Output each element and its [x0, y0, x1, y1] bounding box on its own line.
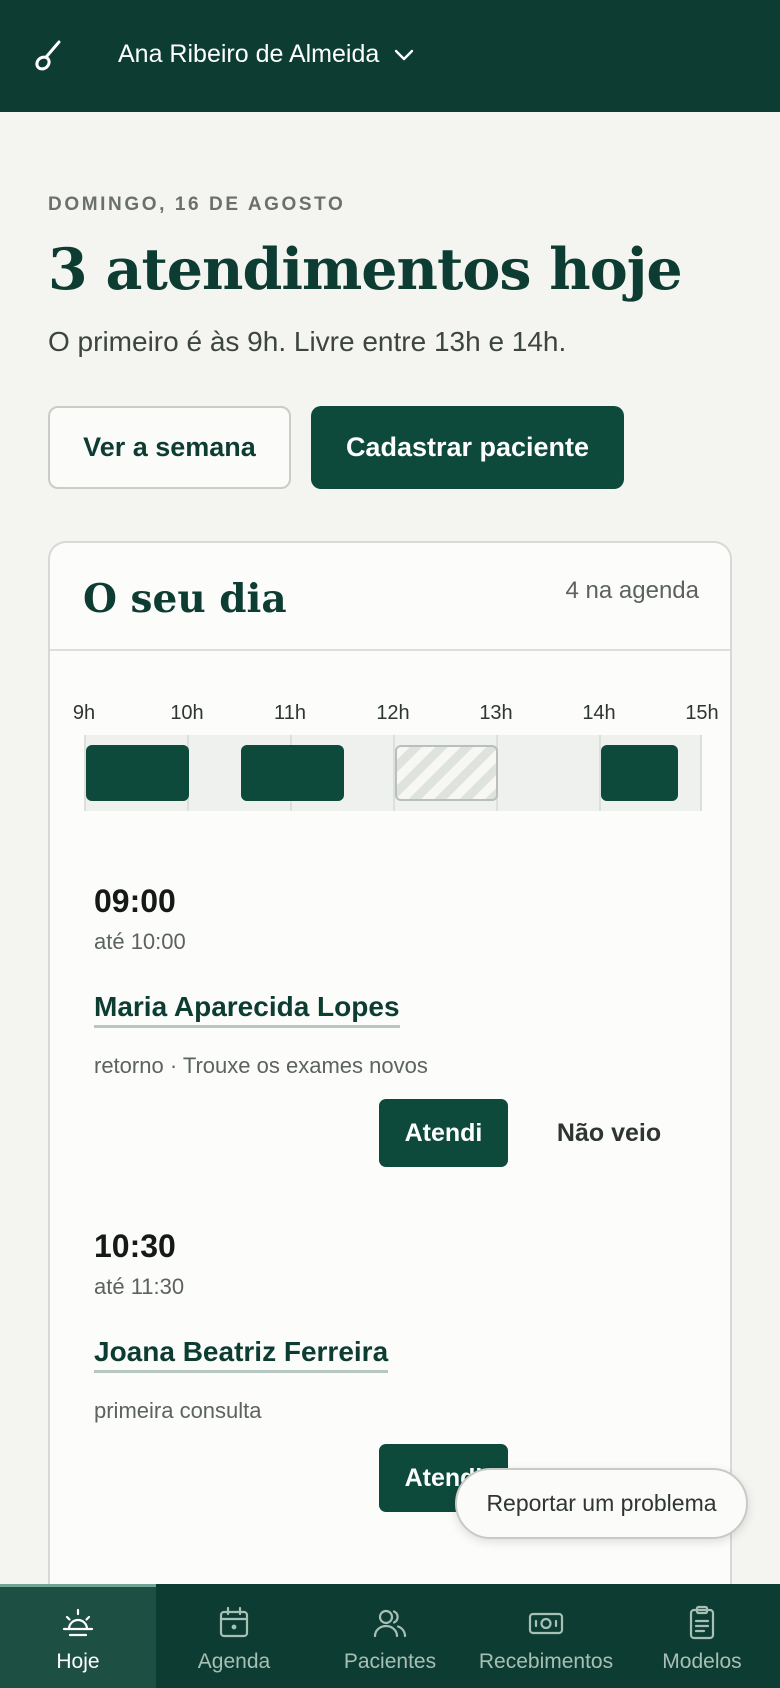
- clipboard-icon: [689, 1605, 715, 1640]
- top-bar: Ana Ribeiro de Almeida: [0, 0, 780, 112]
- tab-label: Hoje: [56, 1650, 100, 1673]
- timeline-hour-label: 12h: [376, 702, 410, 724]
- appointment-item: 09:00 até 10:00 Maria Aparecida Lopes re…: [94, 883, 694, 1183]
- banknote-icon: [528, 1612, 564, 1635]
- appointment-end: até 11:30: [94, 1274, 185, 1299]
- calendar-icon: [219, 1606, 249, 1638]
- page-title: 3 atendimentos hoje: [48, 236, 683, 303]
- tab-label: Recebimentos: [478, 1650, 614, 1673]
- tab-recebimentos[interactable]: Recebimentos: [468, 1584, 624, 1688]
- timeline-hour-label: 15h: [685, 702, 719, 724]
- appointment-end: até 10:00: [94, 929, 186, 954]
- sunrise-icon: [62, 1608, 94, 1637]
- tab-label: Modelos: [662, 1650, 742, 1673]
- timeline-free-slot[interactable]: [395, 745, 498, 801]
- timeline-appointment-block[interactable]: [240, 745, 344, 801]
- appointment-note: retorno · Trouxe os exames novos: [94, 1053, 428, 1078]
- tab-pacientes[interactable]: Pacientes: [312, 1584, 468, 1688]
- tab-label: Agenda: [197, 1650, 271, 1673]
- patient-link[interactable]: Maria Aparecida Lopes: [94, 991, 400, 1028]
- tab-agenda[interactable]: Agenda: [156, 1584, 312, 1688]
- appointment-time: 10:30: [94, 1228, 176, 1264]
- spoon-icon[interactable]: [32, 38, 66, 74]
- timeline-appointment-block[interactable]: [601, 745, 679, 801]
- users-icon: [373, 1609, 407, 1638]
- attended-button[interactable]: Atendi: [379, 1099, 508, 1167]
- page-subtitle: O primeiro é às 9h. Livre entre 13h e 14…: [48, 326, 567, 357]
- timeline-hour-label: 9h: [72, 702, 96, 724]
- tab-hoje[interactable]: Hoje: [0, 1584, 156, 1688]
- register-patient-button[interactable]: Cadastrar paciente: [311, 406, 624, 489]
- tab-modelos[interactable]: Modelos: [624, 1584, 780, 1688]
- timeline-appointment-block[interactable]: [86, 745, 189, 801]
- timeline-hour-label: 11h: [274, 702, 306, 724]
- no-show-button[interactable]: Não veio: [544, 1099, 674, 1167]
- timeline-hour-label: 13h: [479, 702, 513, 724]
- timeline-hour-label: 14h: [582, 702, 616, 724]
- timeline-hour-label: 10h: [170, 702, 204, 724]
- tab-label: Pacientes: [343, 1650, 437, 1673]
- day-card-header: O seu dia 4 na agenda: [50, 543, 730, 651]
- patient-link[interactable]: Joana Beatriz Ferreira: [94, 1336, 389, 1373]
- appointment-time: 09:00: [94, 883, 176, 919]
- date-label: DOMINGO, 16 DE AGOSTO: [48, 194, 346, 215]
- chevron-down-icon: [395, 49, 414, 60]
- user-menu[interactable]: Ana Ribeiro de Almeida: [118, 40, 415, 69]
- view-week-button[interactable]: Ver a semana: [48, 406, 291, 489]
- timeline-track: [84, 735, 702, 811]
- day-card-title: O seu dia: [83, 576, 287, 622]
- agenda-count: 4 na agenda: [565, 577, 699, 604]
- appointment-note: primeira consulta: [94, 1398, 262, 1423]
- user-name: Ana Ribeiro de Almeida: [118, 40, 380, 68]
- bottom-tab-bar: Hoje Agenda Pacientes Recebimentos Model…: [0, 1584, 780, 1688]
- report-problem-button[interactable]: Reportar um problema: [455, 1468, 748, 1539]
